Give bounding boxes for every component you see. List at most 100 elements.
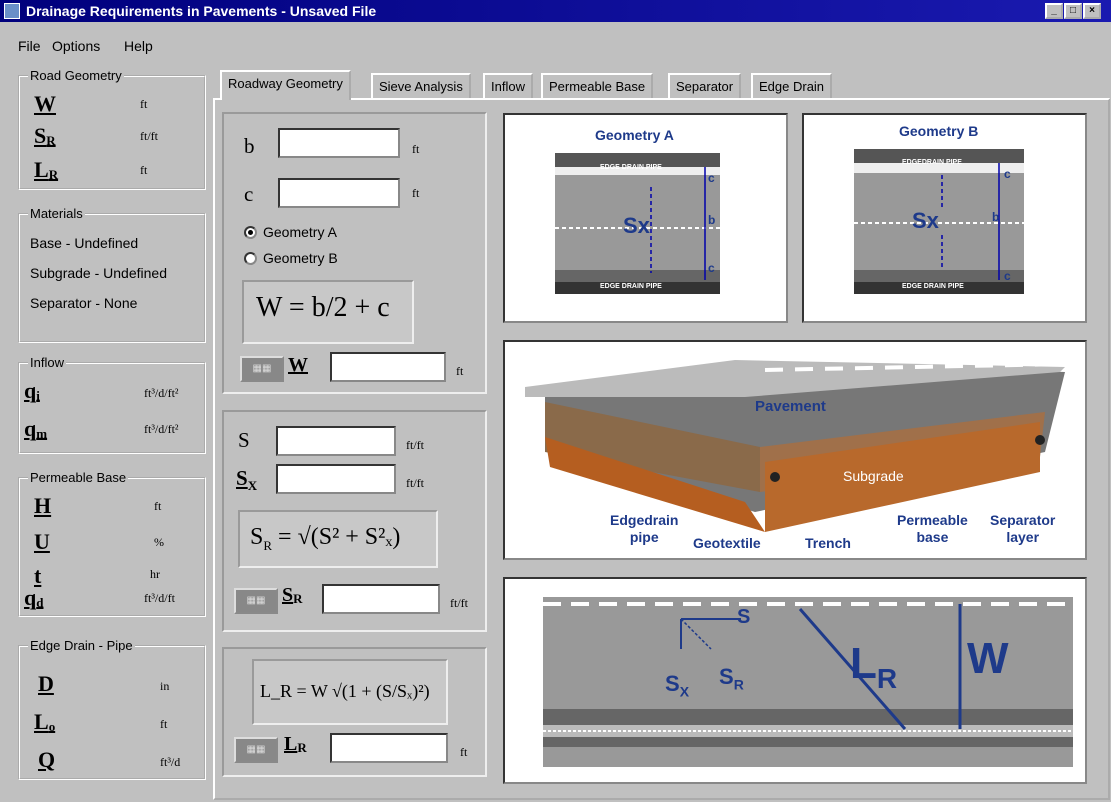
sr-result-field[interactable] (322, 584, 440, 614)
lr-result-label: LR (284, 733, 307, 755)
calculator-icon[interactable]: ▦▦ (240, 356, 284, 382)
permeable-base-group: Permeable Base H ft U % t hr qd ft³/d/ft (18, 470, 206, 617)
b-dimension-label: b (992, 210, 1000, 224)
w-result-label: W (288, 354, 308, 376)
unit-label: ft (160, 717, 168, 731)
tab-roadway-geometry[interactable]: Roadway Geometry (220, 70, 351, 100)
subgrade-label: Subgrade (843, 468, 904, 484)
b-label: b (244, 134, 255, 158)
sr-arrow-label: SR (719, 664, 744, 693)
symbol-w: W (34, 91, 56, 116)
w-result-field[interactable] (330, 352, 446, 382)
geometry-b-radio[interactable]: Geometry B (244, 250, 338, 266)
tab-separator[interactable]: Separator (668, 73, 742, 99)
tab-sieve-analysis[interactable]: Sieve Analysis (371, 73, 471, 99)
radio-empty-icon[interactable] (244, 252, 257, 265)
title-bar: Drainage Requirements in Pavements - Uns… (0, 0, 1111, 22)
sx-label: Sx (912, 208, 939, 233)
sx-label: Sx (623, 213, 650, 238)
b-dimension-label: b (708, 213, 716, 227)
c-input[interactable] (278, 178, 400, 208)
close-icon[interactable]: × (1083, 3, 1101, 19)
s-arrow-label: S (737, 606, 751, 628)
pavement-cross-section-figure: Pavement Subgrade Edgedrain pipe Geotexti… (503, 340, 1087, 560)
unit-label: ft (154, 499, 162, 513)
unit-label: ft/ft (140, 129, 158, 143)
w-result-unit: ft (456, 364, 464, 378)
menu-file[interactable]: File (18, 38, 41, 54)
sr-result-label: SR (282, 584, 303, 606)
menu-help[interactable]: Help (124, 38, 153, 54)
sx-input[interactable] (276, 464, 396, 494)
minimize-icon[interactable]: _ (1045, 3, 1063, 19)
geometry-b-figure: Geometry B EDGEDRAIN PIPE EDGE DRAIN PIP… (802, 113, 1087, 323)
geometry-a-radio[interactable]: Geometry A (244, 224, 337, 240)
tab-inflow[interactable]: Inflow (483, 73, 533, 99)
unit-label: in (160, 679, 170, 693)
menu-bar: File Options Help (0, 34, 1111, 56)
unit-label: ft³/d (160, 755, 181, 769)
geometry-a-figure: Geometry A EDGE DRAIN PIPE EDGE DRAIN PI… (503, 113, 788, 323)
edge-drain-pipe-label: EDGE DRAIN PIPE (600, 283, 662, 290)
sr-calculation-group: S ft/ft SX ft/ft SR = √(S² + S²ₓ) ▦▦ SR … (222, 410, 487, 632)
symbol-qd: qd (24, 585, 44, 610)
lr-dimension-label: LR (850, 639, 898, 694)
c-unit: ft (412, 186, 420, 200)
symbol-lo: Lo (34, 709, 56, 734)
road-geometry-group: Road Geometry W ft SR ft/ft LR ft (18, 68, 206, 190)
sx-label: SX (236, 466, 258, 494)
tab-permeable-base[interactable]: Permeable Base (541, 73, 654, 99)
c-dimension-label: c (1004, 269, 1011, 283)
group-title: Inflow (28, 355, 66, 370)
radio-selected-icon[interactable] (244, 226, 257, 239)
geometry-a-title: Geometry A (595, 127, 674, 143)
sx-unit: ft/ft (406, 476, 424, 490)
lr-result-unit: ft (460, 745, 468, 759)
unit-label: ft (140, 97, 148, 111)
edge-drain-group: Edge Drain - Pipe D in Lo ft Q ft³/d (18, 638, 206, 780)
geotextile-label: Geotextile (693, 535, 761, 551)
geometry-b-diagram (854, 149, 1024, 294)
unit-label: hr (150, 567, 160, 581)
s-label: S (238, 428, 250, 452)
w-formula: W = b/2 + c (242, 280, 414, 344)
calculator-icon[interactable]: ▦▦ (234, 737, 278, 763)
w-calculation-group: b ft c ft Geometry A Geometry B W = b/2 … (222, 112, 487, 394)
b-input[interactable] (278, 128, 400, 158)
symbol-d: D (38, 671, 54, 696)
group-title: Road Geometry (28, 68, 124, 83)
sr-result-unit: ft/ft (450, 596, 468, 610)
symbol-lr: LR (34, 157, 59, 182)
menu-options[interactable]: Options (52, 38, 100, 54)
maximize-icon[interactable]: □ (1064, 3, 1082, 19)
materials-group: Materials Base - Undefined Subgrade - Un… (18, 206, 206, 343)
tab-edge-drain[interactable]: Edge Drain (751, 73, 833, 99)
material-subgrade: Subgrade - Undefined (30, 265, 167, 281)
symbol-u: U (34, 529, 50, 554)
edge-drain-pipe-label: EDGE DRAIN PIPE (902, 283, 964, 290)
unit-label: ft (140, 163, 148, 177)
permeable-base-label: Permeable base (897, 512, 968, 545)
c-dimension-label: c (708, 261, 715, 275)
c-dimension-label: c (708, 171, 715, 185)
app-icon (4, 3, 20, 19)
inflow-group: Inflow qi ft³/d/ft² qm ft³/d/ft² (18, 355, 206, 454)
unit-label: ft³/d/ft² (144, 422, 179, 436)
group-title: Materials (28, 206, 85, 221)
group-title: Permeable Base (28, 470, 129, 485)
separator-layer-label: Separator layer (990, 512, 1056, 545)
calculator-icon[interactable]: ▦▦ (234, 588, 278, 614)
window-title: Drainage Requirements in Pavements - Uns… (26, 3, 377, 19)
symbol-q: Q (38, 747, 56, 772)
s-input[interactable] (276, 426, 396, 456)
c-dimension-label: c (1004, 167, 1011, 181)
w-dimension-label: W (967, 634, 1009, 683)
sr-formula: SR = √(S² + S²ₓ) (238, 510, 438, 568)
unit-label: ft³/d/ft² (144, 386, 179, 400)
material-base: Base - Undefined (30, 235, 139, 251)
lr-result-field[interactable] (330, 733, 448, 763)
pavement-label: Pavement (755, 398, 826, 415)
symbol-qm: qm (24, 416, 48, 441)
symbol-h: H (34, 493, 52, 518)
unit-label: ft³/d/ft (144, 591, 175, 605)
